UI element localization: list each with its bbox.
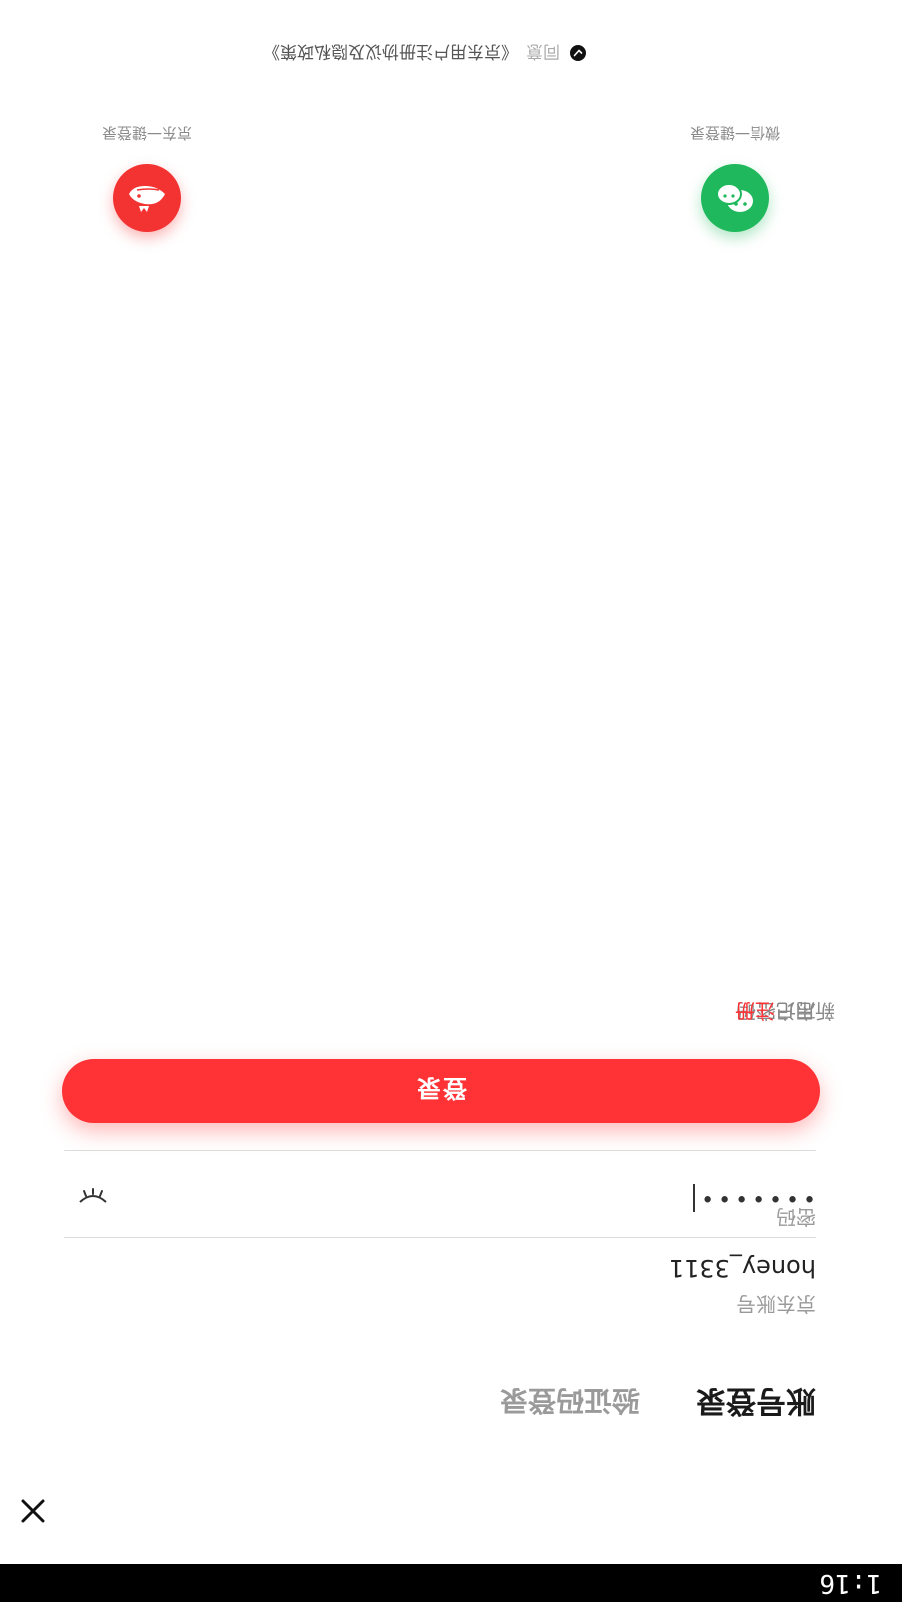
- text-caret: [693, 1184, 696, 1212]
- check-circle-icon: [573, 49, 583, 57]
- wechat-login-label: 微信一键登录: [689, 124, 780, 142]
- close-icon: [21, 1499, 45, 1523]
- jd-circle: [113, 164, 181, 232]
- login-screen: 1:16 账号登录 验证码登录 京东账号 honey_3311 密码 •••••…: [0, 0, 902, 1602]
- password-divider: [64, 1150, 816, 1151]
- register-prefix: 新用户: [775, 999, 835, 1023]
- password-visibility-toggle[interactable]: [76, 1186, 110, 1208]
- wechat-circle: [701, 164, 769, 232]
- password-dots: •••••••: [697, 1185, 816, 1211]
- wechat-icon: [716, 183, 753, 212]
- jd-mascot-icon: [129, 186, 165, 212]
- agreement-checkbox[interactable]: [570, 45, 586, 62]
- agreement-link[interactable]: 《京东用户注册协议及隐私政策》: [263, 41, 518, 66]
- account-label: 京东账号: [736, 1292, 816, 1316]
- account-divider: [64, 1237, 816, 1238]
- jd-login-button[interactable]: 京东一键登录: [102, 123, 192, 232]
- agreement-prefix: 同意: [526, 41, 560, 61]
- eye-closed-icon: [79, 1188, 107, 1203]
- register-link[interactable]: 新用户注册: [735, 998, 835, 1024]
- wechat-login-button[interactable]: 微信一键登录: [690, 123, 780, 232]
- agreement-row: 同意 《京东用户注册协议及隐私政策》: [263, 41, 586, 66]
- jd-login-label: 京东一键登录: [101, 124, 192, 142]
- tab-account-login[interactable]: 账号登录: [696, 1380, 816, 1420]
- close-button[interactable]: [13, 1491, 53, 1531]
- password-input[interactable]: •••••••: [693, 1183, 816, 1213]
- tab-sms-login[interactable]: 验证码登录: [500, 1380, 640, 1420]
- register-link-text: 注册: [735, 999, 775, 1023]
- status-time: 1:16: [819, 1568, 882, 1598]
- status-bar: 1:16: [0, 1564, 902, 1602]
- account-input[interactable]: honey_3311: [669, 1252, 816, 1284]
- login-button[interactable]: 登录: [62, 1059, 820, 1123]
